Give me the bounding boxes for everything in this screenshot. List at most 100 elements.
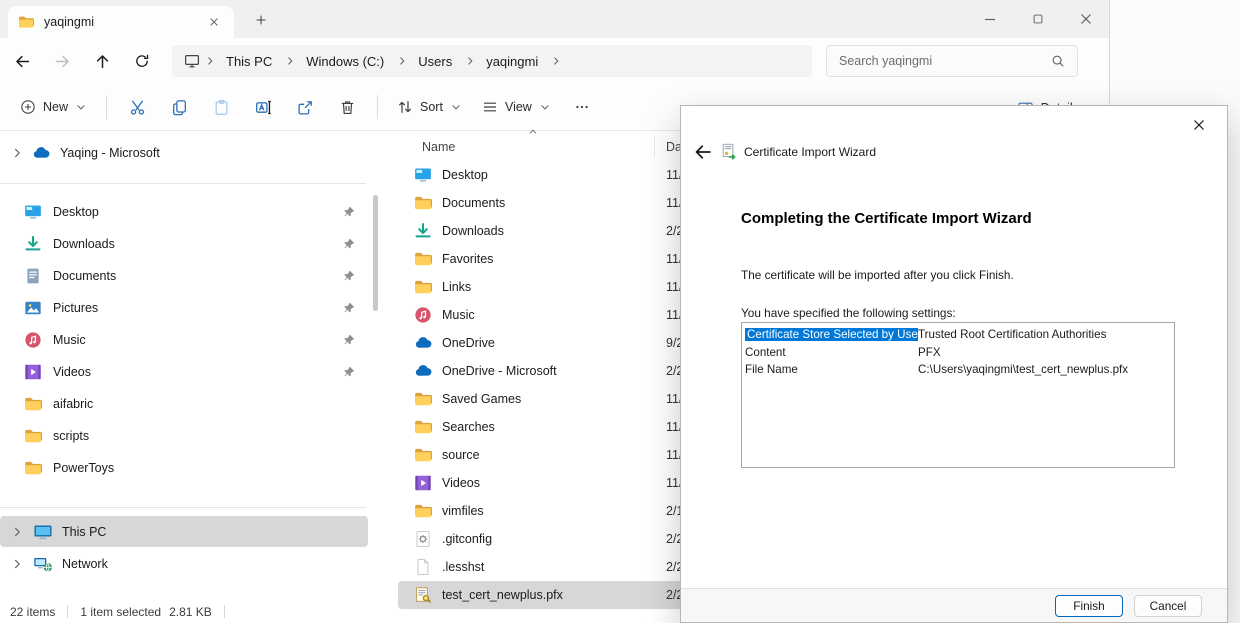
finish-button[interactable]: Finish	[1055, 595, 1123, 617]
new-tab-button[interactable]	[250, 9, 272, 31]
sidebar-item-icon	[24, 459, 42, 477]
file-name: Videos	[442, 476, 480, 490]
file-name: OneDrive - Microsoft	[442, 364, 557, 378]
file-icon	[414, 222, 432, 240]
chevron-right-icon[interactable]	[10, 525, 24, 539]
share-button[interactable]	[284, 90, 326, 124]
maximize-button[interactable]	[1029, 10, 1047, 28]
file-name: Desktop	[442, 168, 488, 182]
sidebar-item-icon	[24, 331, 42, 349]
sidebar-item[interactable]: Desktop	[4, 196, 368, 228]
tree-item-icon	[33, 554, 53, 574]
certificate-wizard-icon	[721, 143, 738, 160]
share-icon	[297, 99, 314, 116]
close-window-button[interactable]	[1077, 10, 1095, 28]
sidebar-item[interactable]: Videos	[4, 356, 368, 388]
sidebar-item-onedrive-root[interactable]: Yaqing - Microsoft	[0, 138, 370, 168]
cancel-button[interactable]: Cancel	[1134, 595, 1202, 617]
sidebar-item[interactable]: aifabric	[4, 388, 368, 420]
chevron-down-icon	[75, 101, 87, 113]
pin-icon	[342, 365, 356, 379]
file-name: Music	[442, 308, 475, 322]
search-input[interactable]	[839, 54, 1043, 68]
back-button[interactable]	[6, 45, 38, 77]
sidebar-tree-item[interactable]: This PC	[0, 516, 368, 547]
sidebar-scrollbar[interactable]	[373, 195, 378, 599]
onedrive-cloud-icon	[32, 144, 50, 162]
setting-row[interactable]: Content PFX	[742, 344, 1174, 362]
setting-value: C:\Users\yaqingmi\test_cert_newplus.pfx	[918, 361, 1128, 379]
sidebar-item[interactable]: Pictures	[4, 292, 368, 324]
sidebar-item[interactable]: Music	[4, 324, 368, 356]
file-name: Links	[442, 280, 471, 294]
file-icon	[414, 418, 432, 436]
breadcrumb-item[interactable]: yaqingmi	[480, 52, 562, 71]
plus-circle-icon	[20, 99, 36, 115]
sort-button[interactable]: Sort	[387, 90, 472, 124]
paste-button[interactable]	[200, 90, 242, 124]
up-button[interactable]	[86, 45, 118, 77]
sidebar-item-label: Pictures	[53, 301, 98, 315]
file-name: Favorites	[442, 252, 493, 266]
navigation-pane: Yaqing - Microsoft Desktop Downloads Doc…	[0, 131, 382, 600]
column-divider[interactable]	[654, 137, 655, 157]
cut-button[interactable]	[116, 90, 158, 124]
new-button[interactable]: New	[10, 90, 97, 124]
breadcrumb-label: Windows (C:)	[300, 52, 390, 71]
chevron-right-icon	[550, 55, 562, 67]
chevron-right-icon[interactable]	[10, 557, 24, 571]
breadcrumb-item[interactable]: Users	[412, 52, 476, 71]
breadcrumb-item[interactable]: This PC	[220, 52, 296, 71]
more-icon	[574, 99, 590, 115]
sort-icon	[397, 99, 413, 115]
settings-listview[interactable]: Certificate Store Selected by User Trust…	[741, 322, 1175, 468]
dialog-title: Certificate Import Wizard	[744, 145, 876, 159]
pin-icon	[342, 333, 356, 347]
column-name[interactable]: Name	[422, 140, 455, 154]
copy-button[interactable]	[158, 90, 200, 124]
rename-button[interactable]	[242, 90, 284, 124]
sidebar-item-label: Desktop	[53, 205, 99, 219]
forward-button[interactable]	[46, 45, 78, 77]
setting-row[interactable]: File Name C:\Users\yaqingmi\test_cert_ne…	[742, 361, 1174, 379]
up-arrow-icon	[94, 53, 111, 70]
breadcrumb-item[interactable]: Windows (C:)	[300, 52, 408, 71]
sidebar-item[interactable]: scripts	[4, 420, 368, 452]
sidebar-item-label: aifabric	[53, 397, 93, 411]
tab-title: yaqingmi	[44, 15, 94, 29]
tab-close-button[interactable]	[204, 12, 224, 32]
refresh-button[interactable]	[126, 45, 158, 77]
explorer-tab[interactable]: yaqingmi	[8, 6, 234, 38]
file-name: Searches	[442, 420, 495, 434]
file-name: OneDrive	[442, 336, 495, 350]
sidebar-item-label: PowerToys	[53, 461, 114, 475]
dialog-close-button[interactable]	[1187, 113, 1211, 137]
dialog-back-button[interactable]	[693, 142, 713, 162]
setting-key: File Name	[742, 361, 918, 379]
pin-icon	[342, 237, 356, 251]
sidebar-item[interactable]: PowerToys	[4, 452, 368, 484]
paste-icon	[213, 99, 230, 116]
view-button[interactable]: View	[472, 90, 561, 124]
setting-row[interactable]: Certificate Store Selected by User Trust…	[742, 326, 1174, 344]
file-icon	[414, 362, 432, 380]
wizard-heading: Completing the Certificate Import Wizard	[741, 210, 1032, 227]
sidebar-tree-item[interactable]: Network	[0, 548, 368, 579]
chevron-down-icon	[539, 101, 551, 113]
breadcrumb-label: This PC	[220, 52, 278, 71]
delete-button[interactable]	[326, 90, 368, 124]
chevron-right-icon	[10, 146, 24, 160]
file-name: source	[442, 448, 480, 462]
minimize-button[interactable]	[981, 10, 999, 28]
search-box[interactable]	[826, 45, 1078, 77]
back-arrow-icon	[14, 53, 31, 70]
scrollbar-thumb[interactable]	[373, 195, 378, 311]
breadcrumb[interactable]: This PC Windows (C:) Users yaqingmi	[172, 45, 812, 77]
file-icon	[414, 334, 432, 352]
sidebar-item[interactable]: Documents	[4, 260, 368, 292]
selection-size: 2.81 KB	[169, 605, 212, 619]
sidebar-item[interactable]: Downloads	[4, 228, 368, 260]
sidebar-divider	[0, 183, 366, 184]
more-button[interactable]	[561, 90, 603, 124]
chevron-right-icon	[464, 55, 476, 67]
